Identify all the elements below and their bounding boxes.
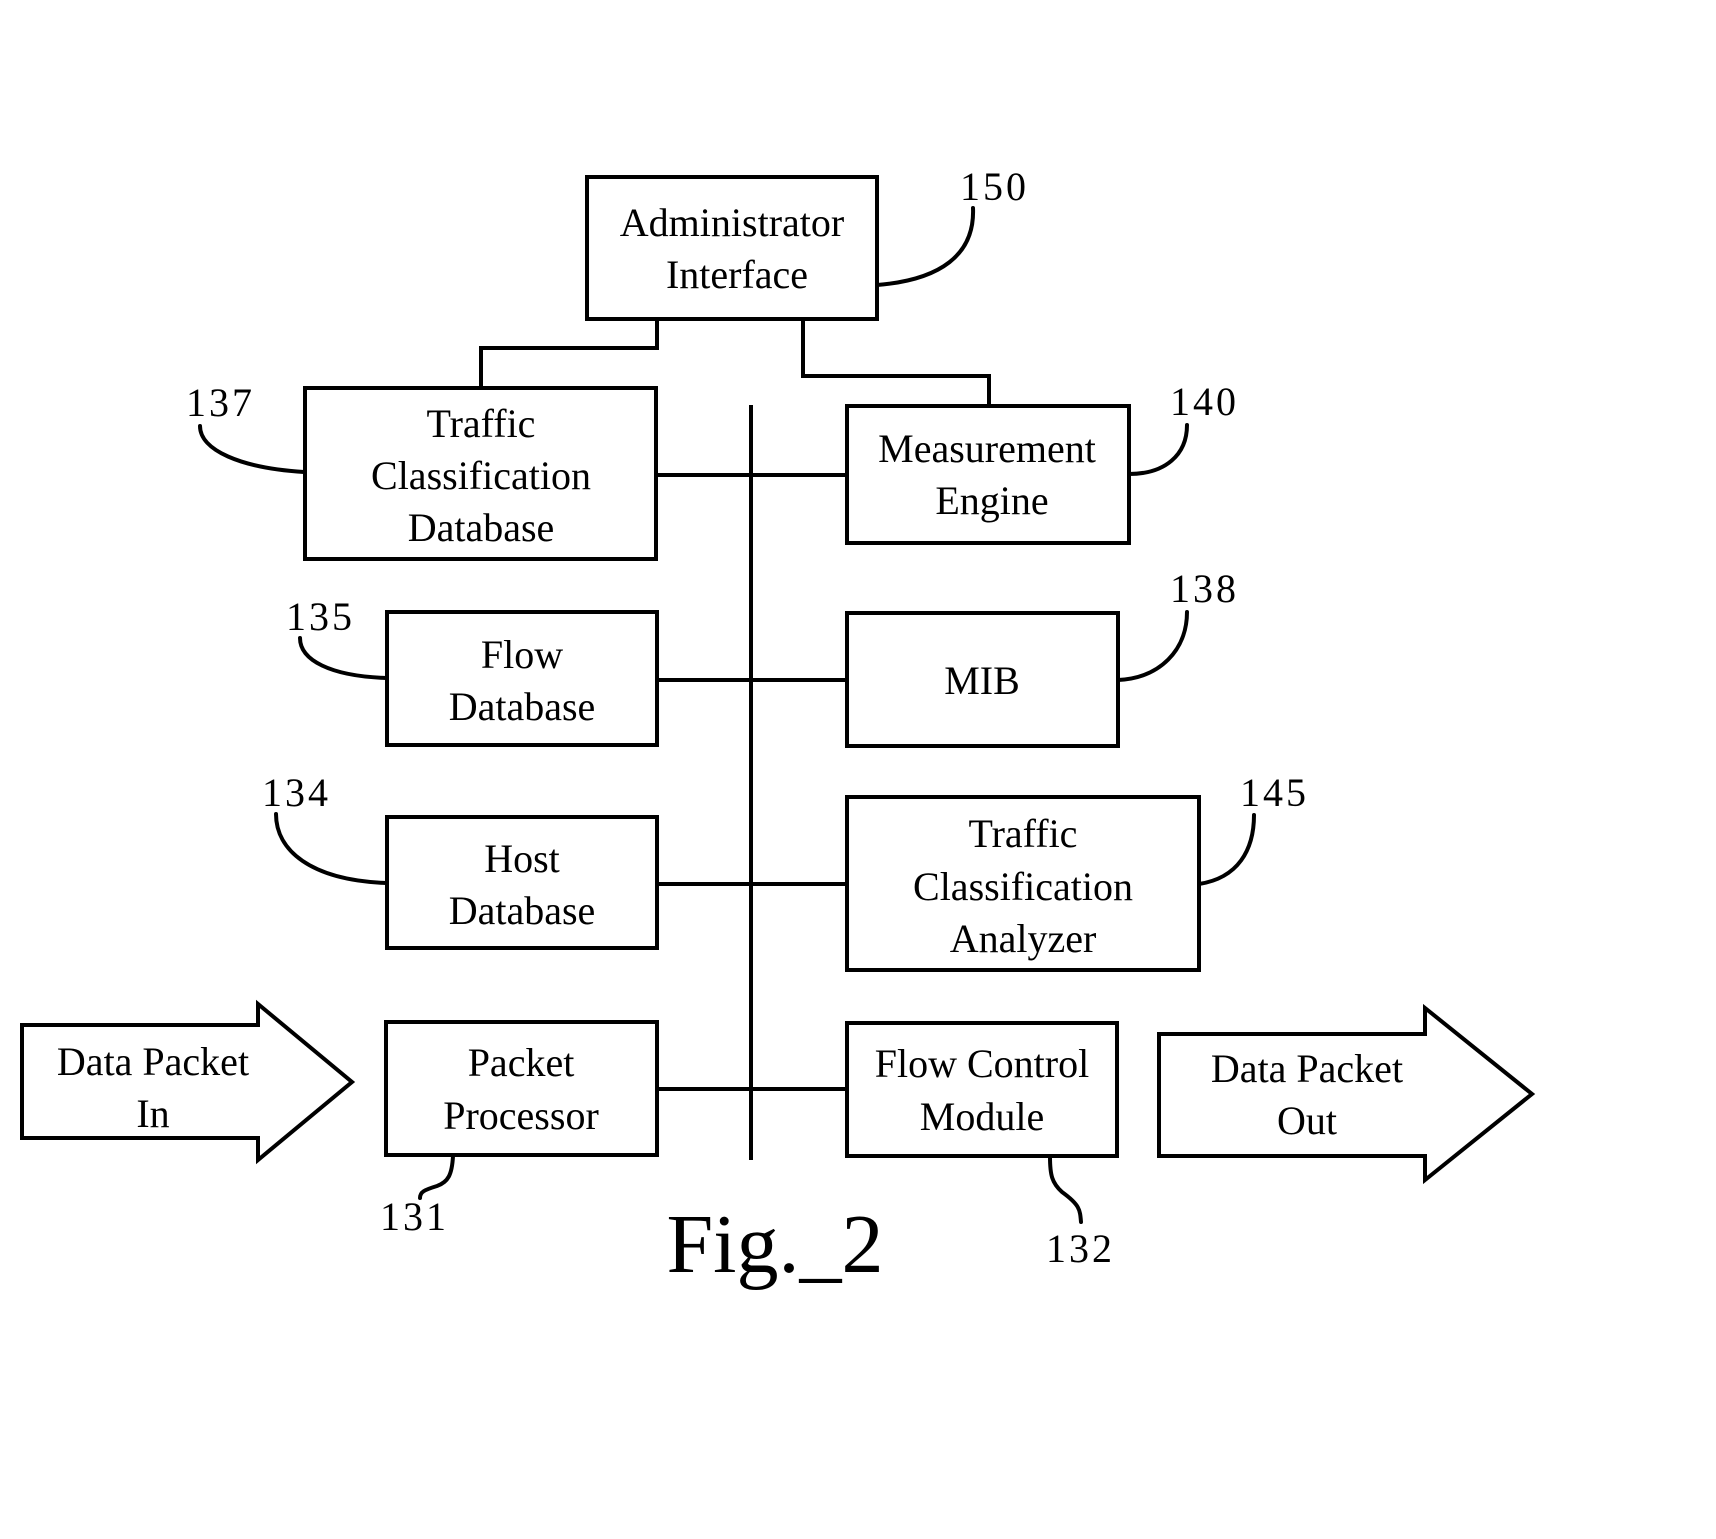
host-database-label-line1: Host [484,836,560,881]
block-administrator-interface: Administrator Interface 150 [585,164,1029,321]
leader-132 [1048,1155,1083,1224]
measurement-engine-label-line1: Measurement [878,426,1096,471]
block-measurement-engine: Measurement Engine 140 [845,379,1239,545]
leader-135 [298,636,388,680]
leader-138 [1116,610,1189,682]
flow-control-module-label-line2: Module [920,1094,1044,1139]
data-packet-out-arrow-shape [1157,1003,1536,1185]
block-flow-control-module: Flow Control Module 132 [845,1021,1119,1271]
data-packet-out-label-line1: Data Packet [1211,1046,1403,1091]
connector-admin-to-measurement-engine [801,318,991,408]
leader-145 [1197,813,1256,886]
administrator-interface-label-line2: Interface [666,252,808,297]
ref-numeral-138: 138 [1170,566,1239,611]
block-traffic-classification-analyzer: Traffic Classification Analyzer 145 [845,770,1309,972]
ref-numeral-137: 137 [186,380,255,425]
leader-140 [1127,423,1189,476]
data-packet-in-label-line1: Data Packet [57,1039,249,1084]
ref-numeral-135: 135 [286,594,355,639]
connector-admin-to-traffic-classification-database [479,318,659,390]
block-traffic-classification-database: Traffic Classification Database 137 [186,380,658,561]
tca-label-line2: Classification [913,864,1133,909]
measurement-engine-label-line2: Engine [935,478,1048,523]
administrator-interface-box [585,175,879,321]
tcdb-label-line2: Classification [371,453,591,498]
ref-numeral-131: 131 [380,1194,449,1239]
data-packet-in-label-line2: In [136,1091,169,1136]
flow-database-label-line1: Flow [481,632,563,677]
leader-134 [274,812,388,885]
block-flow-database: Flow Database 135 [286,594,659,747]
flow-control-module-label-line1: Flow Control [875,1041,1089,1086]
mib-label: MIB [944,658,1020,703]
ref-numeral-134: 134 [262,770,331,815]
arrow-data-packet-in: Data Packet In [20,999,356,1165]
ref-numeral-145: 145 [1240,770,1309,815]
block-host-database: Host Database 134 [262,770,659,950]
packet-processor-label-line1: Packet [468,1040,575,1085]
data-packet-out-label-line2: Out [1277,1098,1337,1143]
leader-150 [875,206,976,287]
host-database-label-line2: Database [449,888,596,933]
arrow-data-packet-out: Data Packet Out [1157,1003,1536,1185]
ref-numeral-140: 140 [1170,379,1239,424]
flow-database-label-line2: Database [449,684,596,729]
leader-131 [418,1154,455,1200]
packet-processor-label-line2: Processor [443,1093,599,1138]
ref-numeral-132: 132 [1046,1226,1115,1271]
tca-label-line1: Traffic [969,811,1078,856]
tca-label-line3: Analyzer [950,916,1097,961]
block-mib: MIB 138 [845,566,1239,748]
ref-numeral-150: 150 [960,164,1029,209]
block-packet-processor: Packet Processor 131 [380,1020,659,1239]
block-diagram: Administrator Interface 150 Traffic Clas… [20,164,1536,1291]
tcdb-label-line3: Database [408,505,555,550]
administrator-interface-label-line1: Administrator [620,200,844,245]
tcdb-label-line1: Traffic [427,401,536,446]
leader-137 [198,424,306,474]
figure-caption: Fig._2 [666,1198,883,1291]
